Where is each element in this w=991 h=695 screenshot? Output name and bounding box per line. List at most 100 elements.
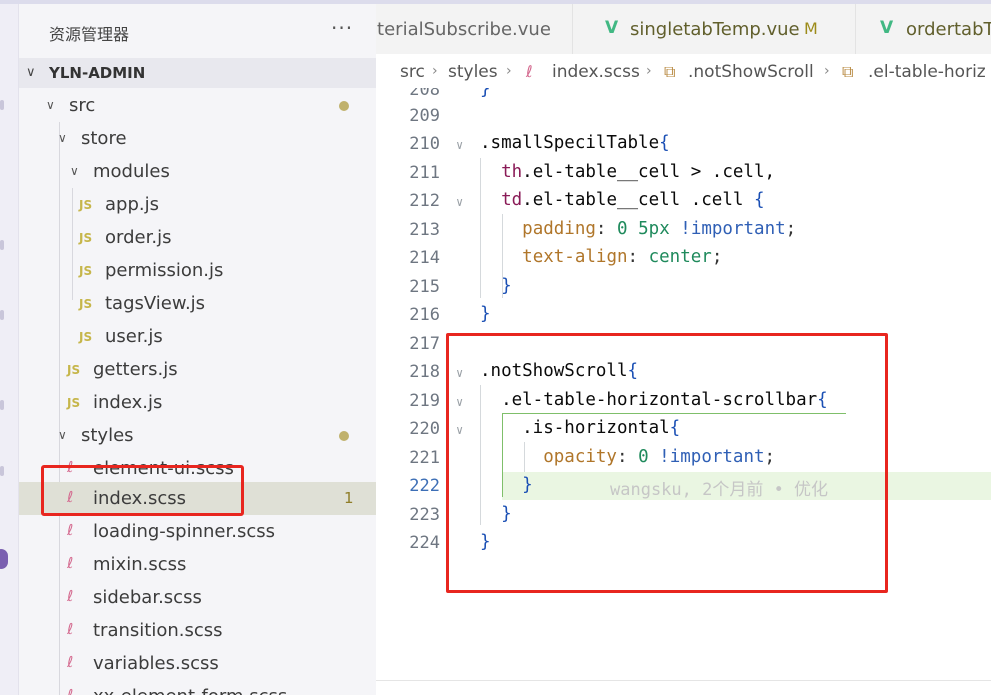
more-actions-icon[interactable]: ··· [331, 16, 353, 40]
tree-item-label: variables.scss [93, 653, 219, 674]
sass-file-icon: ℓ [67, 521, 74, 539]
tree-item-label: src [69, 95, 96, 116]
breadcrumb-styles[interactable]: styles [448, 62, 498, 82]
line-number: 209 [409, 106, 440, 126]
line-number: 223 [409, 505, 440, 525]
line-number: 210 [409, 134, 440, 154]
tree-file-getters-js[interactable]: JS getters.js [19, 353, 376, 386]
editor-bottom-border [376, 680, 991, 681]
line-number: 220 [409, 419, 440, 439]
account-badge[interactable] [0, 549, 8, 569]
tree-item-label: user.js [105, 326, 163, 347]
tree-file-variables-scss[interactable]: ℓ variables.scss [19, 647, 376, 680]
tab-label: aterialSubscribe.vue [376, 19, 551, 40]
annotation-highlight-box [446, 333, 888, 593]
project-section-header[interactable]: ∨ YLN-ADMIN [19, 58, 376, 88]
modified-dot-icon [339, 431, 349, 441]
js-file-icon: JS [67, 396, 81, 410]
css-selector-icon: ⧉ [842, 62, 854, 81]
tree-item-label: order.js [105, 227, 172, 248]
chevron-down-icon: ∨ [46, 98, 55, 112]
line-number: 219 [409, 391, 440, 411]
line-number: 217 [409, 334, 440, 354]
line-number: 216 [409, 305, 440, 325]
sass-file-icon: ℓ [67, 620, 74, 638]
tab-label: ordertabTe [906, 19, 991, 40]
tree-item-label: permission.js [105, 260, 224, 281]
fold-chevron-icon[interactable]: ∨ [456, 195, 463, 209]
breadcrumb-src[interactable]: src [400, 62, 425, 82]
line-number: 215 [409, 277, 440, 297]
code-line: } [480, 88, 491, 99]
tree-file-app-js[interactable]: JS app.js [19, 188, 376, 221]
tree-item-label: mixin.scss [93, 554, 187, 575]
explorer-sidebar: 资源管理器 ··· ∨ YLN-ADMIN ∨ src ∨ store ∨ mo… [19, 4, 376, 695]
tree-item-label: styles [81, 425, 134, 446]
tree-file-transition-scss[interactable]: ℓ transition.scss [19, 614, 376, 647]
tree-file-permission-js[interactable]: JS permission.js [19, 254, 376, 287]
js-file-icon: JS [79, 264, 93, 278]
explorer-header: 资源管理器 ··· [19, 4, 376, 54]
tree-item-label: tagsView.js [105, 293, 206, 314]
line-number: 224 [409, 533, 440, 553]
breadcrumb: src › styles › ℓ index.scss › ⧉ .notShow… [376, 54, 991, 88]
line-number: 212 [409, 191, 440, 211]
editor-tabs: aterialSubscribe.vue V singletabTemp.vue… [376, 4, 991, 55]
code-line: th.el-table__cell > .cell, [501, 162, 776, 182]
activity-marker [0, 466, 4, 476]
breadcrumb-el-table-horiz[interactable]: .el-table-horiz [868, 62, 986, 82]
sass-file-icon: ℓ [67, 587, 74, 605]
code-line: } [501, 276, 512, 296]
line-number: 211 [409, 163, 440, 183]
css-selector-icon: ⧉ [664, 62, 676, 81]
tree-folder-styles[interactable]: ∨ styles [19, 419, 376, 452]
code-line: } [480, 304, 491, 324]
code-line: padding: 0 5px !important; [522, 219, 797, 239]
explorer-title: 资源管理器 [49, 25, 130, 44]
code-line: .smallSpecilTable{ [480, 133, 670, 153]
tree-file-mixin-scss[interactable]: ℓ mixin.scss [19, 548, 376, 581]
chevron-down-icon: ∨ [58, 131, 67, 145]
js-file-icon: JS [79, 297, 93, 311]
js-file-icon: JS [79, 198, 93, 212]
line-number: 221 [409, 448, 440, 468]
sass-file-icon: ℓ [67, 686, 74, 695]
line-number: 214 [409, 248, 440, 268]
breadcrumb-index-scss[interactable]: index.scss [552, 62, 640, 82]
tree-file-sidebar-scss[interactable]: ℓ sidebar.scss [19, 581, 376, 614]
tree-file-order-js[interactable]: JS order.js [19, 221, 376, 254]
tree-folder-src[interactable]: ∨ src [19, 89, 376, 122]
tab-ordertabtemp[interactable]: V ordertabTe [856, 4, 991, 54]
tree-folder-modules[interactable]: ∨ modules [19, 155, 376, 188]
breadcrumb-notshowscroll[interactable]: .notShowScroll [688, 62, 814, 82]
tree-file-xx-element-form-scss[interactable]: ℓ xx-element-form.scss [19, 680, 376, 695]
activity-marker [0, 310, 4, 320]
tree-item-label: transition.scss [93, 620, 223, 641]
modified-indicator: M [804, 19, 818, 38]
sass-file-icon: ℓ [67, 554, 74, 572]
chevron-right-icon: › [646, 63, 652, 79]
line-number-active: 222 [409, 476, 440, 496]
tree-file-tagsview-js[interactable]: JS tagsView.js [19, 287, 376, 320]
tree-item-label: sidebar.scss [93, 587, 202, 608]
js-file-icon: JS [79, 330, 93, 344]
tree-item-label: store [81, 128, 127, 149]
code-editor[interactable]: 208 209 210 211 212 213 214 215 216 217 … [376, 88, 991, 680]
fold-chevron-icon[interactable]: ∨ [456, 138, 463, 152]
activity-bar [0, 4, 19, 695]
tab-materialsubscribe[interactable]: aterialSubscribe.vue [376, 4, 573, 54]
activity-marker [0, 400, 4, 410]
chevron-right-icon: › [432, 63, 438, 79]
annotation-highlight-box-sidebar [41, 465, 244, 516]
tree-item-label: xx-element-form.scss [93, 686, 287, 695]
tree-item-label: app.js [105, 194, 159, 215]
line-number: 218 [409, 362, 440, 382]
tree-folder-store[interactable]: ∨ store [19, 122, 376, 155]
tree-file-loading-spinner-scss[interactable]: ℓ loading-spinner.scss [19, 515, 376, 548]
line-number: 208 [409, 88, 440, 100]
project-name: YLN-ADMIN [49, 64, 146, 82]
tab-singletabtemp[interactable]: V singletabTemp.vue M [583, 4, 856, 54]
tree-file-index-js[interactable]: JS index.js [19, 386, 376, 419]
tab-label: singletabTemp.vue [630, 19, 800, 40]
tree-file-user-js[interactable]: JS user.js [19, 320, 376, 353]
